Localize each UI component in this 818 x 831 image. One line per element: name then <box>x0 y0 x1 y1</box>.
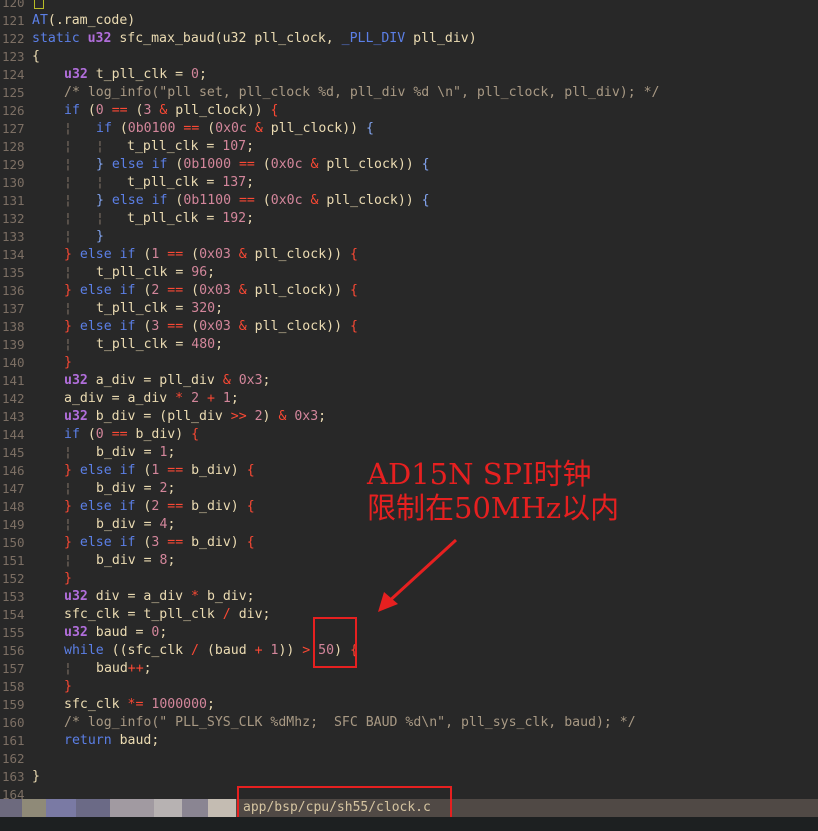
line-number: 149 <box>2 517 25 532</box>
line-number: 134 <box>2 247 25 262</box>
blurred-region <box>46 799 76 817</box>
line-number: 126 <box>2 103 25 118</box>
blurred-region <box>76 799 110 817</box>
line-number: 135 <box>2 265 25 280</box>
code-line: 162 <box>0 750 818 768</box>
code-line: 133 ¦} <box>2 229 104 244</box>
line-number: 162 <box>2 751 25 766</box>
blurred-region <box>110 799 154 817</box>
code-line: 123{ <box>2 49 40 64</box>
code-line: 134} else if (1 == (0x03 & pll_clock)) { <box>2 247 358 262</box>
line-number: 129 <box>2 157 25 172</box>
code-line: 135 ¦ t_pll_clk = 96; <box>2 265 216 280</box>
line-number: 160 <box>2 715 25 730</box>
code-line: 156 while ((sfc_clk / (baud + 1)) > 50) { <box>2 643 358 658</box>
code-line: 122 static u32 sfc_max_baud(u32 pll_clock… <box>2 31 477 46</box>
line-number: 143 <box>2 409 25 424</box>
line-number: 125 <box>2 85 25 100</box>
code-line: 125 /* log_info("pll set, pll_clock %d, p… <box>0 84 818 102</box>
code-line: 140} <box>2 355 72 370</box>
line-number: 146 <box>2 463 25 478</box>
line-number: 153 <box>2 589 25 604</box>
line-number: 159 <box>2 697 25 712</box>
line-number: 157 <box>2 661 25 676</box>
annotation-line-1: AD15N SPI时钟 <box>367 457 592 491</box>
line-number: 145 <box>2 445 25 460</box>
code-comment: /* log_info(" PLL_SYS_CLK %dMhz; SFC BAU… <box>64 715 636 730</box>
line-number: 147 <box>2 481 25 496</box>
command-line[interactable] <box>0 817 818 831</box>
code-line: 120 <box>0 0 818 12</box>
code-line: 136} else if (2 == (0x03 & pll_clock)) { <box>2 283 358 298</box>
blurred-region <box>154 799 182 817</box>
line-number: 156 <box>2 643 25 658</box>
line-number: 158 <box>2 679 25 694</box>
annotation-line-2: 限制在50MHz以内 <box>367 491 620 525</box>
code-line: 144 if (0 == b_div) { <box>2 427 200 442</box>
line-number: 142 <box>2 391 25 406</box>
line-number: 132 <box>2 211 25 226</box>
annotation-text: AD15N SPI时钟 限制在50MHz以内 <box>367 457 619 525</box>
code-line: 163} <box>2 769 40 784</box>
code-line: 131 ¦} else if (0b1100 == (0x0c & pll_clo… <box>2 193 430 208</box>
code-line: 130 ¦ ¦ t_pll_clk = 137; <box>2 175 255 190</box>
line-number: 122 <box>2 31 25 46</box>
line-number: 152 <box>2 571 25 586</box>
code-line: 143 u32 b_div = (pll_div >> 2) & 0x3; <box>2 409 327 424</box>
line-number: 139 <box>2 337 25 352</box>
code-line: 157 ¦ baud++; <box>2 661 152 676</box>
code-line: 128 ¦ ¦ t_pll_clk = 107; <box>2 139 255 154</box>
arrow-icon <box>378 538 458 612</box>
line-number: 128 <box>2 139 25 154</box>
code-line: 158} <box>2 679 72 694</box>
blurred-region <box>208 799 236 817</box>
line-number: 150 <box>2 535 25 550</box>
blurred-region <box>22 799 46 817</box>
code-editor[interactable]: 120 121 AT(.ram_code) 122 static u32 sfc_m… <box>0 0 818 804</box>
code-line: 121 AT(.ram_code) <box>2 13 136 28</box>
highlight-box-value <box>313 617 357 668</box>
code-line: 126 if (0 == (3 & pll_clock)) { <box>2 103 279 118</box>
line-number: 140 <box>2 355 25 370</box>
code-line: 160 /* log_info(" PLL_SYS_CLK %dMhz; SFC … <box>0 714 818 732</box>
code-line: 127 ¦ if (0b0100 == (0x0c & pll_clock)) { <box>2 121 374 136</box>
cursor-marker-icon <box>34 0 44 9</box>
line-number: 138 <box>2 319 25 334</box>
code-line: 132 ¦ ¦ t_pll_clk = 192; <box>2 211 255 226</box>
line-number: 137 <box>2 301 25 316</box>
line-number: 144 <box>2 427 25 442</box>
code-line: 141 u32 a_div = pll_div & 0x3; <box>2 373 271 388</box>
line-number: 151 <box>2 553 25 568</box>
code-line: 129 ¦} else if (0b1000 == (0x0c & pll_clo… <box>2 157 430 172</box>
code-line: 161 return baud; <box>2 733 160 748</box>
code-line: 139 ¦ t_pll_clk = 480; <box>2 337 224 352</box>
code-line: 137 ¦ t_pll_clk = 320; <box>2 301 224 316</box>
line-number: 133 <box>2 229 25 244</box>
code-line: 155 u32 baud = 0; <box>2 625 168 640</box>
line-number: 130 <box>2 175 25 190</box>
code-line: 142 a_div = a_div * 2 + 1; <box>2 391 239 406</box>
line-number: 136 <box>2 283 25 298</box>
code-line: 124 u32 t_pll_clk = 0; <box>2 67 207 82</box>
blurred-region <box>0 799 22 817</box>
line-number: 123 <box>2 49 25 64</box>
line-number: 154 <box>2 607 25 622</box>
line-number: 121 <box>2 13 25 28</box>
line-number: 124 <box>2 67 25 82</box>
code-comment: /* log_info("pll set, pll_clock %d, pll_… <box>64 85 660 100</box>
line-number: 141 <box>2 373 25 388</box>
line-number: 120 <box>2 0 25 10</box>
blurred-region <box>182 799 208 817</box>
line-number: 155 <box>2 625 25 640</box>
line-number: 127 <box>2 121 25 136</box>
line-number: 148 <box>2 499 25 514</box>
code-line: 138} else if (3 == (0x03 & pll_clock)) { <box>2 319 358 334</box>
line-number: 131 <box>2 193 25 208</box>
code-line: 159 sfc_clk *= 1000000; <box>2 697 215 712</box>
line-number: 163 <box>2 769 25 784</box>
line-number: 161 <box>2 733 25 748</box>
